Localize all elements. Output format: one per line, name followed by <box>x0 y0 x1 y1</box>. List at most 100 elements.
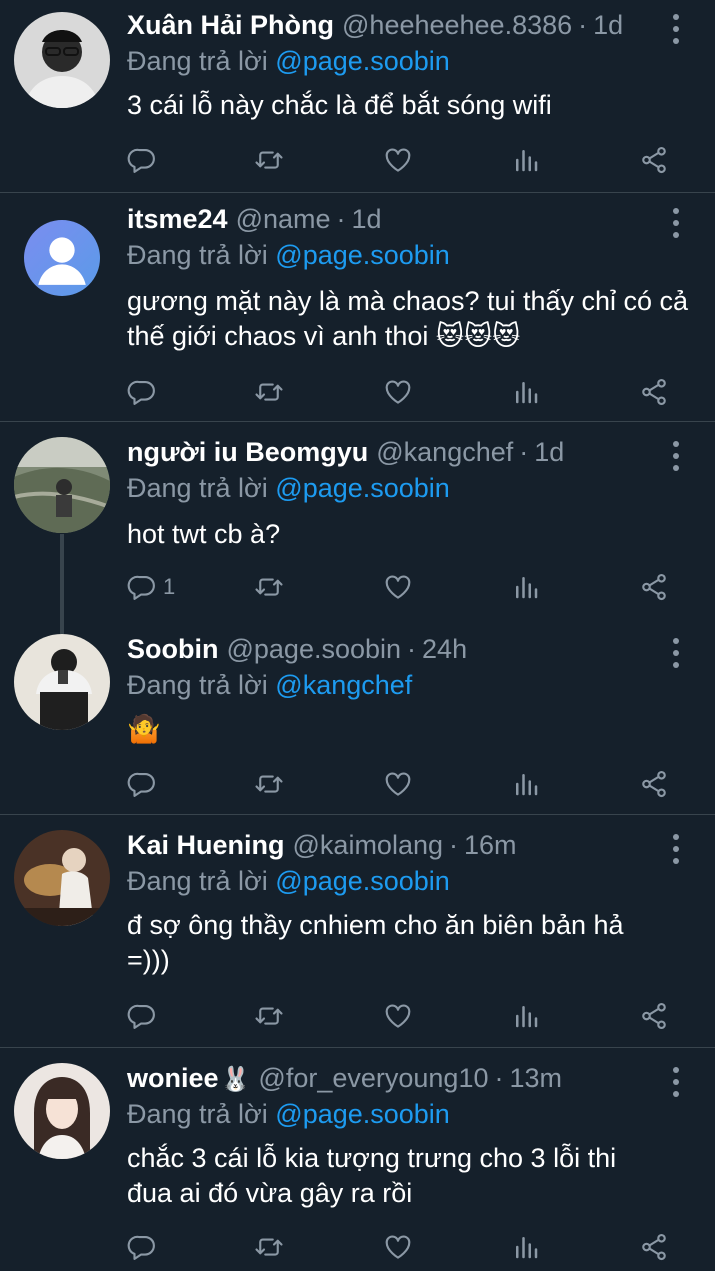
views-button[interactable] <box>511 142 541 178</box>
username[interactable]: @name <box>236 204 331 235</box>
share-button[interactable] <box>639 142 669 178</box>
display-name[interactable]: Soobin <box>127 634 218 665</box>
share-icon <box>639 377 669 407</box>
mention-link[interactable]: @page.soobin <box>275 473 450 503</box>
tweet-header: Kai Huening @kaimolang · 16m <box>127 830 517 864</box>
share-button[interactable] <box>639 374 669 410</box>
reply-button[interactable]: 1 <box>127 569 175 605</box>
tweet-item[interactable]: người iu Beomgyu @kangchef · 1d Đang trả… <box>0 423 715 619</box>
avatar-image <box>14 634 110 730</box>
reply-button[interactable] <box>127 766 163 802</box>
reply-button[interactable] <box>127 1229 163 1265</box>
tweet-item[interactable]: woniee 🐰 @for_everyoung10 · 13m Đang trả … <box>0 1049 715 1271</box>
default-avatar-icon <box>24 220 100 296</box>
avatar[interactable] <box>14 1063 110 1159</box>
tweet-item[interactable]: Xuân Hải Phòng @heeheehee.8386 · 1d Đang… <box>0 0 715 193</box>
share-icon <box>639 1232 669 1262</box>
like-button[interactable] <box>383 142 413 178</box>
share-button[interactable] <box>639 1229 669 1265</box>
tweet-text: đ sợ ông thầy cnhiem cho ăn biên bản hả … <box>127 910 624 975</box>
timestamp[interactable]: 1d <box>593 10 623 41</box>
display-name[interactable]: Kai Huening <box>127 830 285 861</box>
avatar[interactable] <box>14 634 110 730</box>
retweet-button[interactable] <box>254 766 284 802</box>
more-vertical-icon[interactable] <box>666 834 686 864</box>
views-button[interactable] <box>511 998 541 1034</box>
views-button[interactable] <box>511 374 541 410</box>
tweet-header: woniee 🐰 @for_everyoung10 · 13m <box>127 1063 562 1097</box>
tweet-item[interactable]: Soobin @page.soobin · 24h Đang trả lời @… <box>0 620 715 815</box>
tweet-item[interactable]: Kai Huening @kaimolang · 16m Đang trả lờ… <box>0 816 715 1048</box>
reply-context: Đang trả lời @page.soobin <box>127 46 450 77</box>
name-emoji: 🐰 <box>220 1066 251 1093</box>
reply-icon <box>127 572 157 602</box>
reply-icon <box>127 769 157 799</box>
more-vertical-icon[interactable] <box>666 638 686 668</box>
tweet-text: 3 cái lỗ này chắc là để bắt sóng wifi <box>127 90 552 120</box>
username[interactable]: @kaimolang <box>293 830 443 861</box>
share-icon <box>639 572 669 602</box>
timestamp[interactable]: 13m <box>509 1063 562 1094</box>
tweet-text: gương mặt này là mà chaos? tui thấy chỉ … <box>127 286 689 351</box>
retweet-button[interactable] <box>254 998 284 1034</box>
more-vertical-icon[interactable] <box>666 14 686 44</box>
mention-link[interactable]: @page.soobin <box>275 240 450 270</box>
more-vertical-icon[interactable] <box>666 208 686 238</box>
username[interactable]: @page.soobin <box>226 634 401 665</box>
retweet-icon <box>254 377 284 407</box>
display-name[interactable]: itsme24 <box>127 204 228 235</box>
action-bar <box>127 374 687 410</box>
retweet-icon <box>254 1232 284 1262</box>
action-bar: 1 <box>127 569 687 605</box>
like-button[interactable] <box>383 766 413 802</box>
timestamp[interactable]: 1d <box>534 437 564 468</box>
like-button[interactable] <box>383 998 413 1034</box>
views-button[interactable] <box>511 1229 541 1265</box>
like-icon <box>383 572 413 602</box>
avatar[interactable] <box>24 220 100 296</box>
like-button[interactable] <box>383 569 413 605</box>
tweet-header: người iu Beomgyu @kangchef · 1d <box>127 437 564 471</box>
reply-context: Đang trả lời @page.soobin <box>127 240 450 271</box>
display-name[interactable]: người iu Beomgyu <box>127 437 368 468</box>
retweet-icon <box>254 572 284 602</box>
mention-link[interactable]: @page.soobin <box>275 866 450 896</box>
display-name[interactable]: woniee <box>127 1063 219 1094</box>
action-bar <box>127 142 687 178</box>
views-icon <box>511 572 541 602</box>
reply-button[interactable] <box>127 998 163 1034</box>
like-button[interactable] <box>383 374 413 410</box>
timestamp[interactable]: 1d <box>352 204 382 235</box>
retweet-button[interactable] <box>254 374 284 410</box>
more-vertical-icon[interactable] <box>666 441 686 471</box>
tweet-item[interactable]: itsme24 @name · 1d Đang trả lời @page.so… <box>0 194 715 422</box>
reply-context: Đang trả lời @kangchef <box>127 670 412 701</box>
avatar[interactable] <box>14 830 110 926</box>
timestamp[interactable]: 24h <box>422 634 467 665</box>
views-button[interactable] <box>511 766 541 802</box>
avatar[interactable] <box>14 437 110 533</box>
separator-dot: · <box>449 830 458 860</box>
mention-link[interactable]: @page.soobin <box>275 46 450 76</box>
like-button[interactable] <box>383 1229 413 1265</box>
timestamp[interactable]: 16m <box>464 830 517 861</box>
views-button[interactable] <box>511 569 541 605</box>
avatar[interactable] <box>14 12 110 108</box>
reply-button[interactable] <box>127 142 163 178</box>
retweet-button[interactable] <box>254 569 284 605</box>
username[interactable]: @for_everyoung10 <box>258 1063 488 1094</box>
more-vertical-icon[interactable] <box>666 1067 686 1097</box>
username[interactable]: @kangchef <box>376 437 513 468</box>
mention-link[interactable]: @page.soobin <box>275 1099 450 1129</box>
display-name[interactable]: Xuân Hải Phòng <box>127 10 334 41</box>
share-button[interactable] <box>639 569 669 605</box>
share-button[interactable] <box>639 766 669 802</box>
avatar-image <box>14 830 110 926</box>
retweet-button[interactable] <box>254 142 284 178</box>
username[interactable]: @heeheehee.8386 <box>342 10 572 41</box>
share-button[interactable] <box>639 998 669 1034</box>
tweet-text: chắc 3 cái lỗ kia tượng trưng cho 3 lỗi … <box>127 1143 617 1208</box>
retweet-button[interactable] <box>254 1229 284 1265</box>
reply-button[interactable] <box>127 374 163 410</box>
mention-link[interactable]: @kangchef <box>275 670 412 700</box>
